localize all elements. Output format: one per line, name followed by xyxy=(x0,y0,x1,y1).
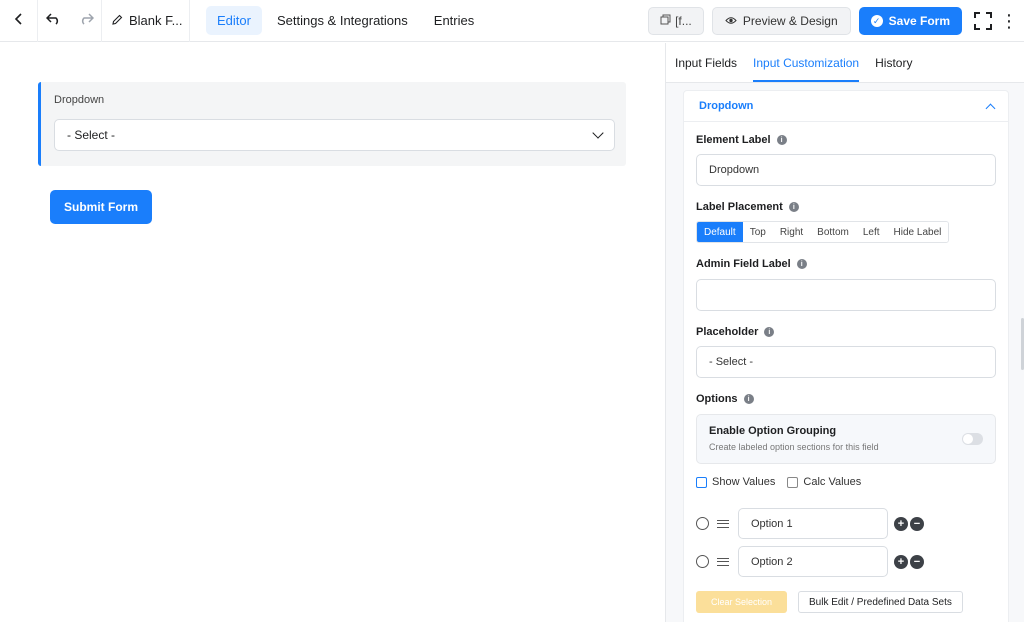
sidebar-tabs: Input Fields Input Customization History xyxy=(666,43,1024,83)
label-placement-heading: Label Placement i xyxy=(696,201,799,213)
pencil-icon xyxy=(112,13,123,28)
option-grouping-title: Enable Option Grouping xyxy=(709,425,837,437)
option-grouping-subtitle: Create labeled option sections for this … xyxy=(709,442,879,452)
info-icon[interactable]: i xyxy=(796,259,807,269)
save-label: Save Form xyxy=(888,14,950,28)
form-canvas: Dropdown - Select - Submit Form xyxy=(0,43,665,622)
bulk-edit-button[interactable]: Bulk Edit / Predefined Data Sets xyxy=(798,591,963,613)
options-heading: Options i xyxy=(696,393,754,405)
option-row: Option 1 + − xyxy=(696,508,924,539)
select-value: - Select - xyxy=(67,128,116,142)
option-row: Option 2 + − xyxy=(696,546,924,577)
save-form-button[interactable]: ✓ Save Form xyxy=(858,7,962,35)
show-values-checkbox[interactable]: Show Values xyxy=(696,476,775,488)
topbar-actions: [f... Preview & Design ✓ Save Form ⋮ xyxy=(647,0,1024,42)
main-nav: Editor Settings & Integrations Entries xyxy=(206,6,485,35)
form-title-text: Blank F... xyxy=(129,13,183,28)
placement-hide-label[interactable]: Hide Label xyxy=(886,222,949,242)
fullscreen-icon[interactable] xyxy=(974,12,992,30)
placement-bottom[interactable]: Bottom xyxy=(810,222,856,242)
preview-label: Preview & Design xyxy=(742,14,838,28)
option-label-input[interactable]: Option 2 xyxy=(738,546,888,577)
element-label-heading: Element Label i xyxy=(696,134,787,146)
tab-input-customization[interactable]: Input Customization xyxy=(753,56,860,82)
dropdown-field-card[interactable]: Dropdown - Select - xyxy=(38,82,626,166)
element-label-input[interactable]: Dropdown xyxy=(696,154,996,186)
shortcode-button[interactable]: [f... xyxy=(647,7,704,35)
panel-header[interactable]: Dropdown xyxy=(684,91,1008,122)
back-button[interactable] xyxy=(0,0,38,42)
nav-editor[interactable]: Editor xyxy=(206,6,262,35)
copy-icon xyxy=(660,14,671,28)
placement-top[interactable]: Top xyxy=(742,222,773,242)
info-icon[interactable]: i xyxy=(788,202,799,212)
undo-icon[interactable] xyxy=(45,13,61,28)
drag-handle-icon[interactable] xyxy=(717,557,729,566)
placement-right[interactable]: Right xyxy=(772,222,811,242)
placeholder-input[interactable]: - Select - xyxy=(696,346,996,378)
remove-option-icon[interactable]: − xyxy=(910,554,924,569)
nav-entries[interactable]: Entries xyxy=(423,6,485,35)
clear-selection-button[interactable]: Clear Selection xyxy=(696,591,787,613)
dropdown-select[interactable]: - Select - xyxy=(54,119,615,151)
preview-design-button[interactable]: Preview & Design xyxy=(711,7,851,35)
tab-input-fields[interactable]: Input Fields xyxy=(675,56,737,82)
admin-field-label-input[interactable] xyxy=(696,279,996,311)
tab-history[interactable]: History xyxy=(875,56,912,82)
nav-settings-integrations[interactable]: Settings & Integrations xyxy=(266,6,419,35)
eye-icon xyxy=(725,14,737,28)
redo-icon[interactable] xyxy=(79,13,94,28)
drag-handle-icon[interactable] xyxy=(717,519,729,528)
chevron-down-icon xyxy=(592,127,604,139)
option-label-input[interactable]: Option 1 xyxy=(738,508,888,539)
add-option-icon[interactable]: + xyxy=(894,516,908,531)
info-icon[interactable]: i xyxy=(743,394,754,404)
chevron-left-icon xyxy=(14,13,24,28)
placeholder-heading: Placeholder i xyxy=(696,326,775,338)
panel-title: Dropdown xyxy=(699,100,754,112)
add-option-icon[interactable]: + xyxy=(894,554,908,569)
calc-values-checkbox[interactable]: Calc Values xyxy=(787,476,861,488)
default-option-radio[interactable] xyxy=(696,555,709,568)
top-bar: Blank F... Editor Settings & Integration… xyxy=(0,0,1024,42)
customization-panel: Dropdown Element Label i Dropdown Label … xyxy=(683,90,1009,622)
placement-left[interactable]: Left xyxy=(855,222,887,242)
option-actions: Clear Selection Bulk Edit / Predefined D… xyxy=(696,591,963,613)
undo-redo-group xyxy=(38,0,102,42)
info-icon[interactable]: i xyxy=(776,135,787,145)
option-grouping-toggle[interactable] xyxy=(962,433,983,445)
more-vertical-icon[interactable]: ⋮ xyxy=(1000,12,1018,30)
settings-sidebar: Input Fields Input Customization History… xyxy=(665,43,1024,622)
form-title[interactable]: Blank F... xyxy=(102,0,190,42)
remove-option-icon[interactable]: − xyxy=(910,516,924,531)
chevron-up-icon xyxy=(985,103,996,113)
shortcode-label: [f... xyxy=(675,14,692,28)
option-grouping-box: Enable Option Grouping Create labeled op… xyxy=(696,414,996,464)
check-circle-icon: ✓ xyxy=(870,15,883,27)
admin-field-label-heading: Admin Field Label i xyxy=(696,258,807,270)
submit-form-button[interactable]: Submit Form xyxy=(50,190,152,224)
field-label: Dropdown xyxy=(54,94,105,106)
placement-default[interactable]: Default xyxy=(697,222,743,242)
label-placement-segmented: Default Top Right Bottom Left Hide Label xyxy=(696,221,950,243)
value-checkboxes: Show Values Calc Values xyxy=(696,476,861,488)
default-option-radio[interactable] xyxy=(696,517,709,530)
info-icon[interactable]: i xyxy=(764,327,775,337)
